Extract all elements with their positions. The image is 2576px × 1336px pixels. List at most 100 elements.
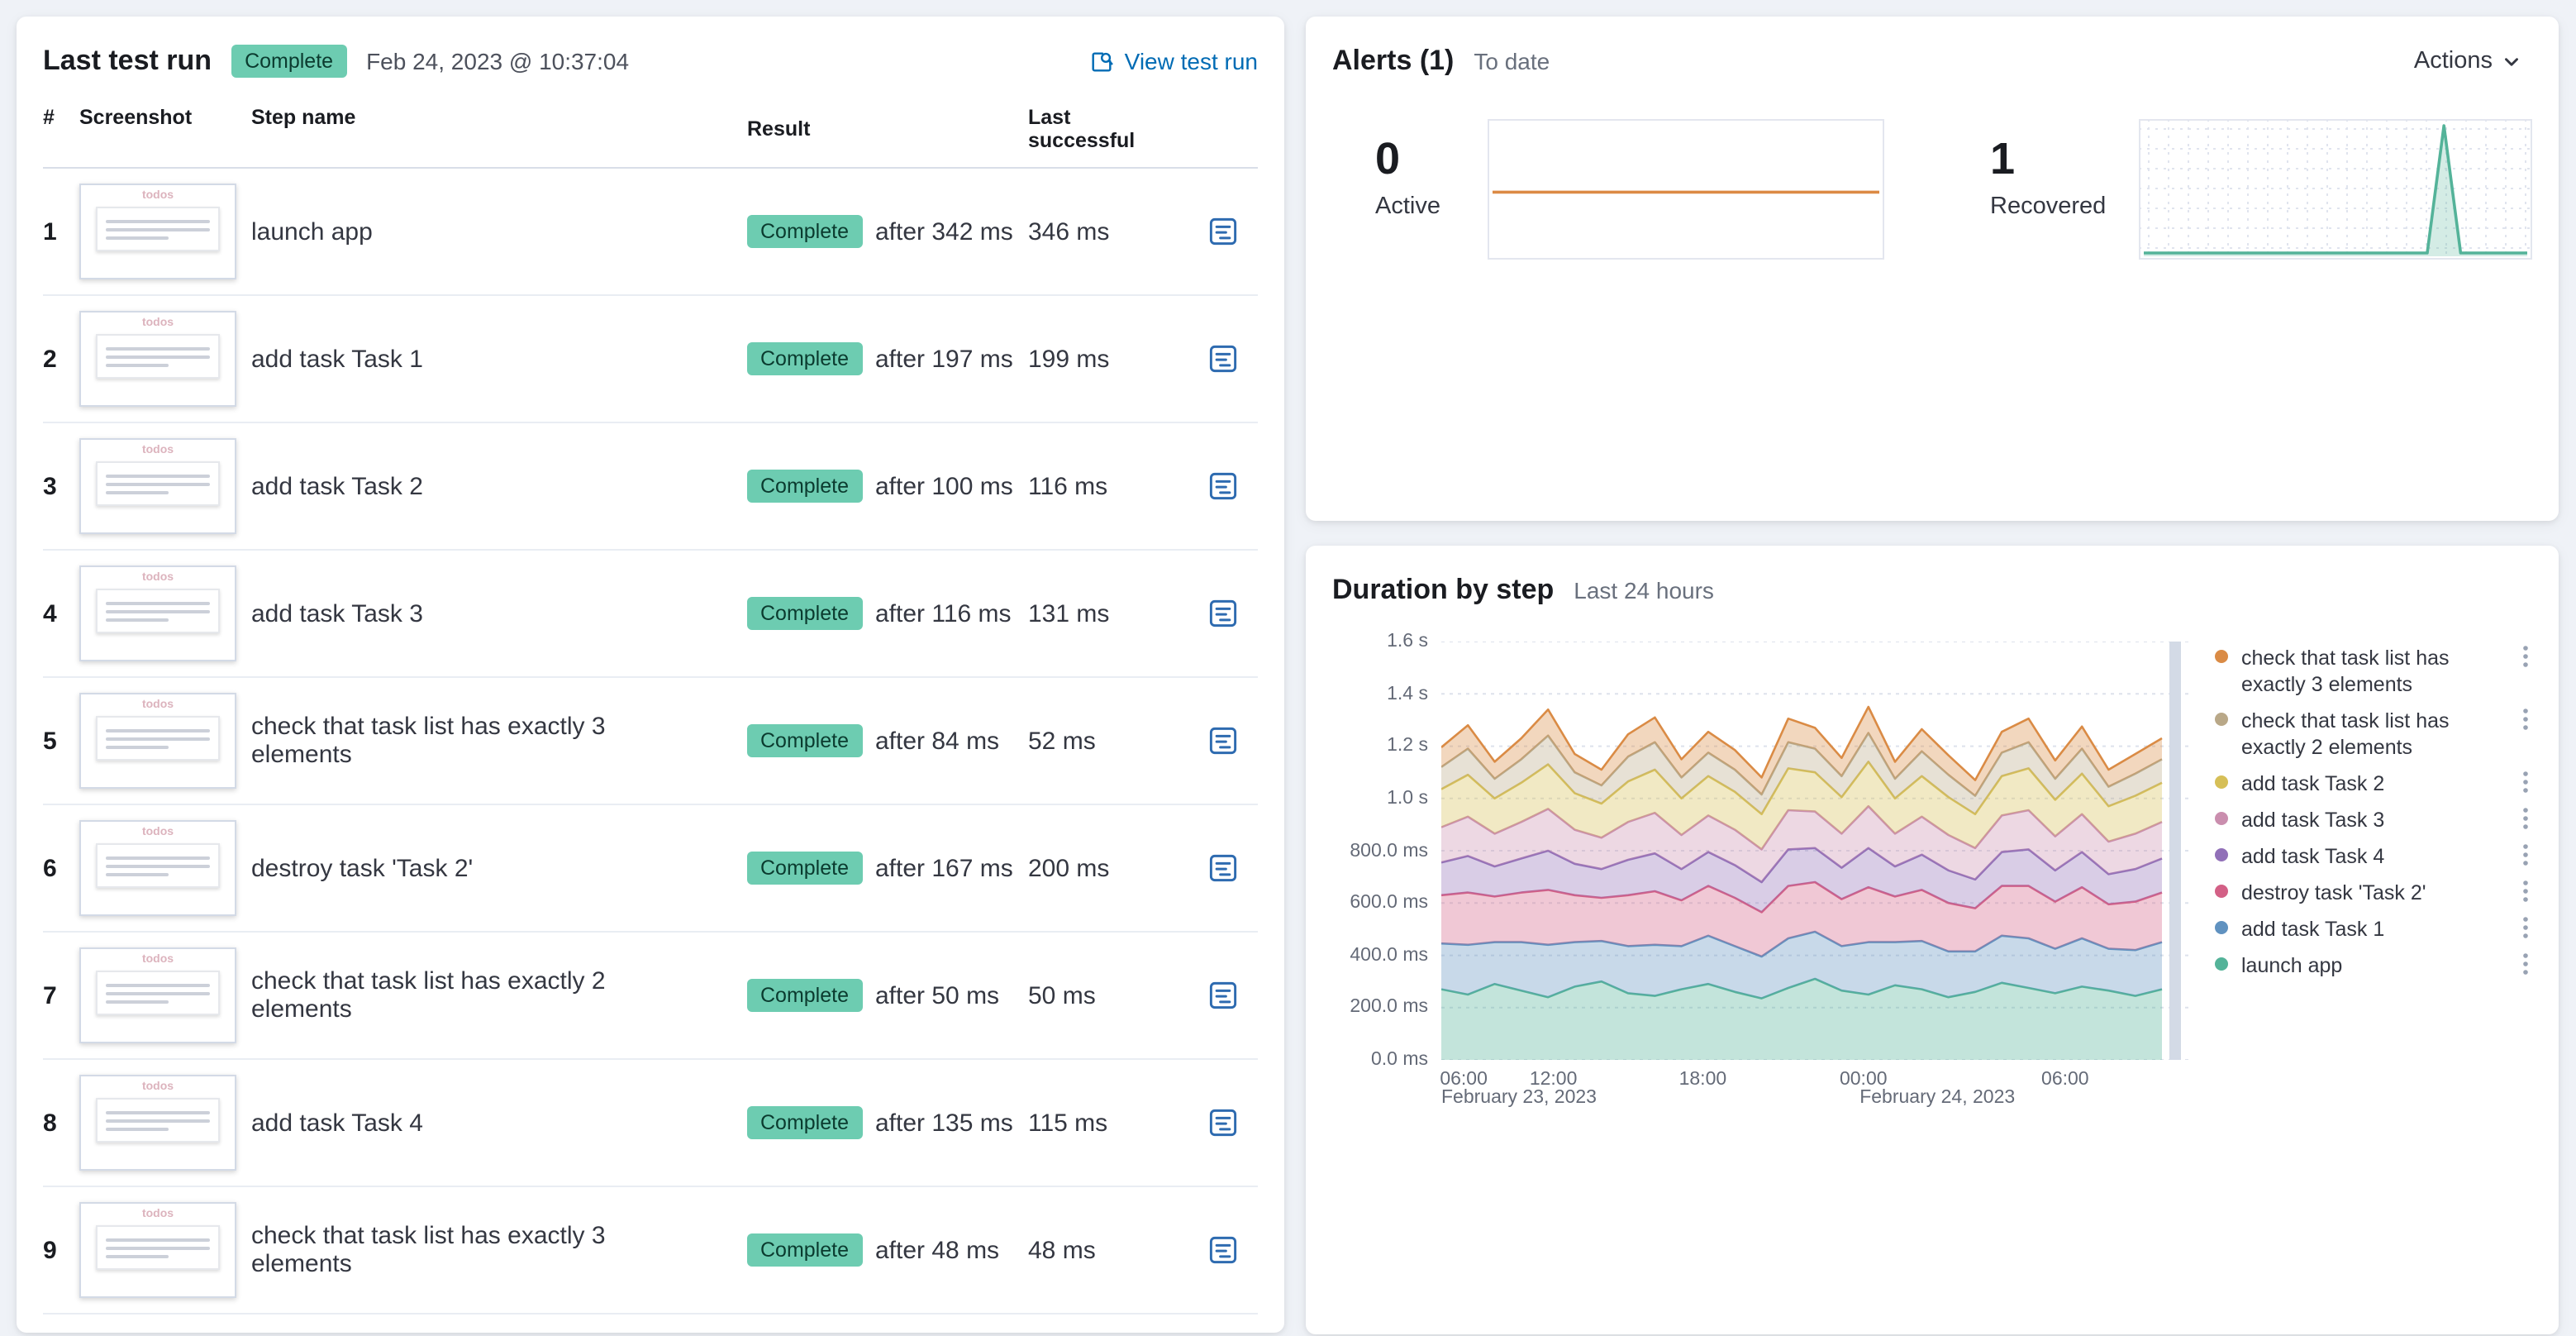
step-last-successful: 199 ms xyxy=(1028,345,1110,374)
recovered-alerts-group: 1 Recovered xyxy=(1974,119,2532,260)
step-result-badge: Complete xyxy=(747,724,862,758)
step-performance-breakdown-button[interactable] xyxy=(1202,1101,1245,1144)
step-result-badge: Complete xyxy=(747,470,862,503)
legend-options-button[interactable] xyxy=(2519,843,2532,866)
legend-series-label[interactable]: add task Task 2 xyxy=(2241,771,2509,797)
step-number: 7 xyxy=(43,981,57,1010)
step-performance-breakdown-button[interactable] xyxy=(1202,210,1245,253)
y-axis-tick-label: 600.0 ms xyxy=(1350,893,1428,914)
duration-subtitle: Last 24 hours xyxy=(1574,577,1714,604)
step-performance-breakdown-button[interactable] xyxy=(1202,719,1245,762)
table-row: 2 todos add task Task 1 Complete after 1… xyxy=(43,296,1258,424)
step-performance-breakdown-button[interactable] xyxy=(1202,847,1245,890)
thumbnail-content xyxy=(96,207,220,252)
last-test-run-header: Last test run Complete Feb 24, 2023 @ 10… xyxy=(43,43,1258,79)
legend-series-dot xyxy=(2215,650,2228,664)
step-screenshot-thumbnail[interactable]: todos xyxy=(79,693,236,790)
view-test-run-link[interactable]: View test run xyxy=(1090,48,1258,74)
step-number: 8 xyxy=(43,1109,57,1138)
step-screenshot-thumbnail[interactable]: todos xyxy=(79,947,236,1044)
step-screenshot-thumbnail[interactable]: todos xyxy=(79,1075,236,1171)
recovered-alerts-stat: 1 Recovered xyxy=(1974,119,2139,260)
legend-item: add task Task 3 xyxy=(2215,807,2532,833)
legend-series-label[interactable]: add task Task 1 xyxy=(2241,916,2509,942)
test-run-timestamp: Feb 24, 2023 @ 10:37:04 xyxy=(366,48,630,75)
thumbnail-line xyxy=(106,483,210,487)
step-screenshot-thumbnail[interactable]: todos xyxy=(79,820,236,917)
step-screenshot-cell: todos xyxy=(79,438,251,535)
step-result-duration: after 84 ms xyxy=(875,727,1000,756)
step-result-badge: Complete xyxy=(747,597,862,631)
legend-series-label[interactable]: destroy task 'Task 2' xyxy=(2241,880,2509,906)
legend-options-button[interactable] xyxy=(2519,880,2532,903)
alerts-subtitle: To date xyxy=(1474,48,1550,75)
kebab-menu-icon xyxy=(2523,709,2528,730)
step-result-badge: Complete xyxy=(747,852,862,885)
table-row: 5 todos check that task list has exactly… xyxy=(43,678,1258,806)
thumbnail-line xyxy=(106,865,210,869)
step-screenshot-thumbnail[interactable]: todos xyxy=(79,1202,236,1299)
step-result-cell: Complete after 48 ms xyxy=(747,1233,1028,1267)
step-name: add task Task 4 xyxy=(251,1109,423,1138)
step-result-duration: after 167 ms xyxy=(875,854,1013,883)
step-performance-breakdown-button[interactable] xyxy=(1202,465,1245,508)
legend-options-button[interactable] xyxy=(2519,771,2532,794)
legend-options-button[interactable] xyxy=(2519,952,2532,976)
step-screenshot-thumbnail[interactable]: todos xyxy=(79,565,236,662)
step-performance-breakdown-button[interactable] xyxy=(1202,337,1245,380)
step-result-badge: Complete xyxy=(747,1106,862,1140)
legend-options-button[interactable] xyxy=(2519,645,2532,668)
x-axis-tick-label: 18:00 xyxy=(1678,1070,1727,1090)
y-axis-tick-label: 400.0 ms xyxy=(1350,945,1428,966)
inspect-icon xyxy=(1093,51,1114,71)
y-axis-tick-label: 1.4 s xyxy=(1387,684,1428,704)
table-row: 4 todos add task Task 3 Complete after 1… xyxy=(43,551,1258,679)
legend-series-label[interactable]: check that task list has exactly 3 eleme… xyxy=(2241,645,2509,698)
thumbnail-line xyxy=(106,602,210,606)
step-performance-breakdown-button[interactable] xyxy=(1202,974,1245,1017)
legend-item: add task Task 4 xyxy=(2215,843,2532,870)
legend-options-button[interactable] xyxy=(2519,708,2532,731)
step-screenshot-cell: todos xyxy=(79,947,251,1044)
legend-options-button[interactable] xyxy=(2519,807,2532,830)
thumbnail-content xyxy=(96,1225,220,1271)
step-number: 4 xyxy=(43,599,57,628)
step-detail-icon xyxy=(1209,1109,1237,1137)
step-performance-breakdown-button[interactable] xyxy=(1202,592,1245,635)
alerts-actions-button[interactable]: Actions xyxy=(2404,46,2532,76)
thumbnail-line xyxy=(106,618,169,623)
legend-series-label[interactable]: add task Task 3 xyxy=(2241,807,2509,833)
legend-options-button[interactable] xyxy=(2519,916,2532,939)
step-last-successful: 200 ms xyxy=(1028,854,1110,883)
step-screenshot-thumbnail[interactable]: todos xyxy=(79,311,236,408)
duration-x-axis: 06:00 12:00 18:00 00:00 06:00 xyxy=(1440,1065,2188,1090)
step-result-cell: Complete after 84 ms xyxy=(747,724,1028,758)
thumbnail-line xyxy=(106,1247,210,1251)
step-result-duration: after 197 ms xyxy=(875,345,1013,374)
step-screenshot-cell: todos xyxy=(79,1075,251,1171)
step-performance-breakdown-button[interactable] xyxy=(1202,1229,1245,1272)
step-action-cell xyxy=(1180,719,1258,762)
kebab-menu-icon xyxy=(2523,953,2528,975)
y-axis-tick-label: 0.0 ms xyxy=(1370,1050,1428,1071)
table-row: 3 todos add task Task 2 Complete after 1… xyxy=(43,423,1258,551)
step-screenshot-thumbnail[interactable]: todos xyxy=(79,438,236,535)
step-screenshot-thumbnail[interactable]: todos xyxy=(79,184,236,280)
legend-item: launch app xyxy=(2215,952,2532,979)
table-row: 6 todos destroy task 'Task 2' Complete a… xyxy=(43,805,1258,933)
legend-series-label[interactable]: launch app xyxy=(2241,952,2509,979)
duration-by-step-panel: Duration by step Last 24 hours 1.6 s 1.4 … xyxy=(1306,546,2559,1334)
alerts-actions-label: Actions xyxy=(2413,48,2493,75)
active-alerts-stat: 0 Active xyxy=(1332,119,1488,260)
thumbnail-line xyxy=(106,355,210,360)
x-axis-tick-label: 06:00 xyxy=(1440,1070,1488,1090)
thumbnail-line xyxy=(106,737,210,742)
step-result-cell: Complete after 50 ms xyxy=(747,979,1028,1013)
thumbnail-content xyxy=(96,971,220,1016)
active-alerts-label: Active xyxy=(1375,193,1440,220)
view-test-run-label: View test run xyxy=(1124,48,1258,75)
legend-series-label[interactable]: check that task list has exactly 2 eleme… xyxy=(2241,708,2509,761)
legend-series-label[interactable]: add task Task 4 xyxy=(2241,843,2509,870)
legend-item: check that task list has exactly 3 eleme… xyxy=(2215,645,2532,698)
step-action-cell xyxy=(1180,1229,1258,1272)
